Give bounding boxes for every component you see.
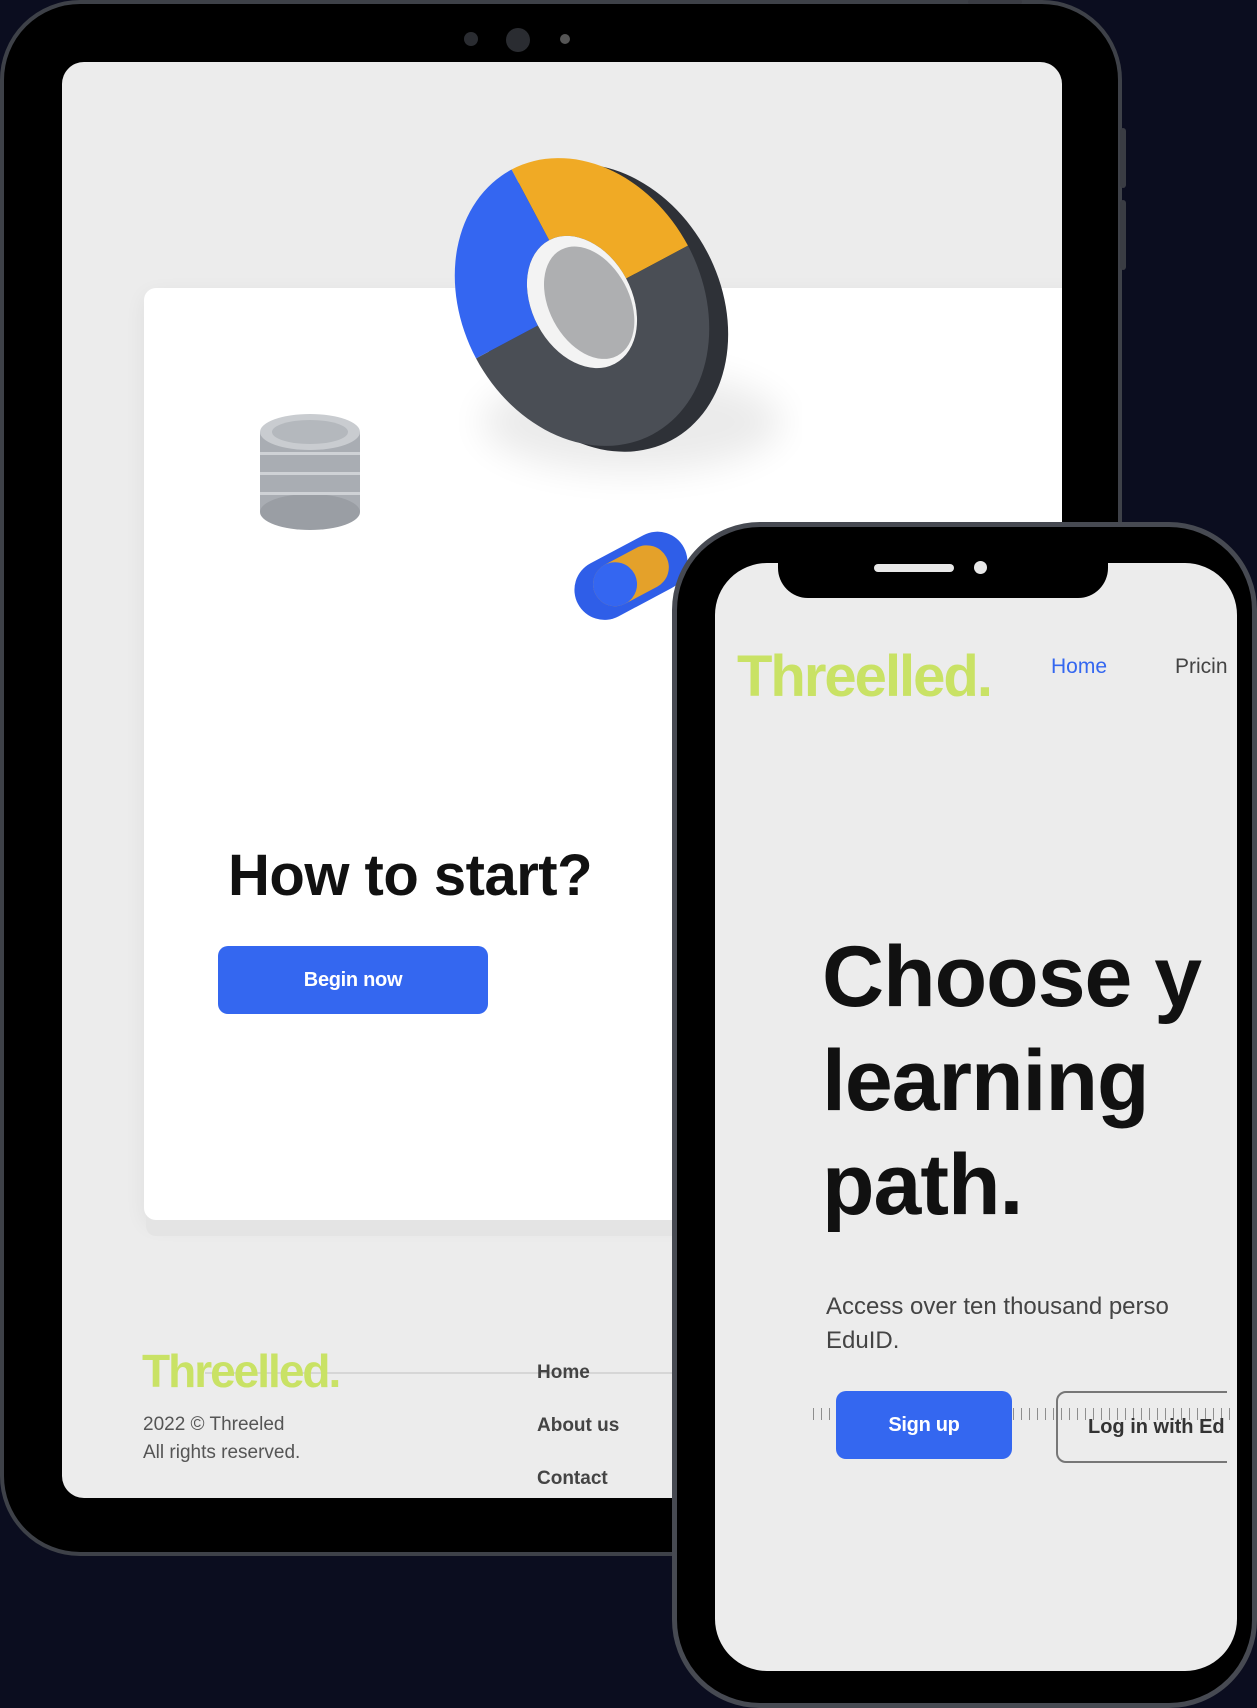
donut-chart-illustration — [454, 158, 782, 472]
hero-heading: Choose y learning path. — [822, 925, 1202, 1237]
footer-link-contact[interactable]: Contact — [537, 1468, 608, 1490]
sign-up-button[interactable]: Sign up — [836, 1391, 1012, 1459]
coin-stack-illustration — [260, 414, 360, 530]
tablet-top-button — [968, 0, 1022, 4]
hero-subtext-line-1: Access over ten thousand perso — [826, 1293, 1169, 1320]
login-eduid-button[interactable]: Log in with Ed — [1056, 1391, 1227, 1463]
rights-text: All rights reserved. — [143, 1442, 301, 1463]
hero-subtext-line-2: EduID. — [826, 1327, 900, 1354]
card-title: How to start? — [228, 843, 593, 908]
tablet-sensor — [464, 32, 478, 46]
hero-line-1: Choose y — [822, 929, 1202, 1025]
copyright-text: 2022 © Threeled — [143, 1414, 285, 1435]
begin-now-button[interactable]: Begin now — [218, 946, 488, 1014]
phone-content-clip: Choose y learning path. Access over ten … — [715, 563, 1227, 1663]
footer-link-home[interactable]: Home — [537, 1362, 590, 1384]
hero-line-3: path. — [822, 1137, 1023, 1233]
footer-logo: Threelled. — [142, 1345, 341, 1397]
tablet-side-button — [1120, 128, 1126, 188]
hero-line-2: learning — [822, 1033, 1150, 1129]
footer-copyright: 2022 © Threeled All rights reserved. — [143, 1411, 300, 1467]
tablet-side-button — [1120, 200, 1126, 270]
footer-link-about[interactable]: About us — [537, 1415, 619, 1437]
hero-subtext: Access over ten thousand perso EduID. — [826, 1290, 1169, 1358]
tablet-sensor-small — [560, 34, 570, 44]
tablet-camera — [506, 28, 530, 52]
